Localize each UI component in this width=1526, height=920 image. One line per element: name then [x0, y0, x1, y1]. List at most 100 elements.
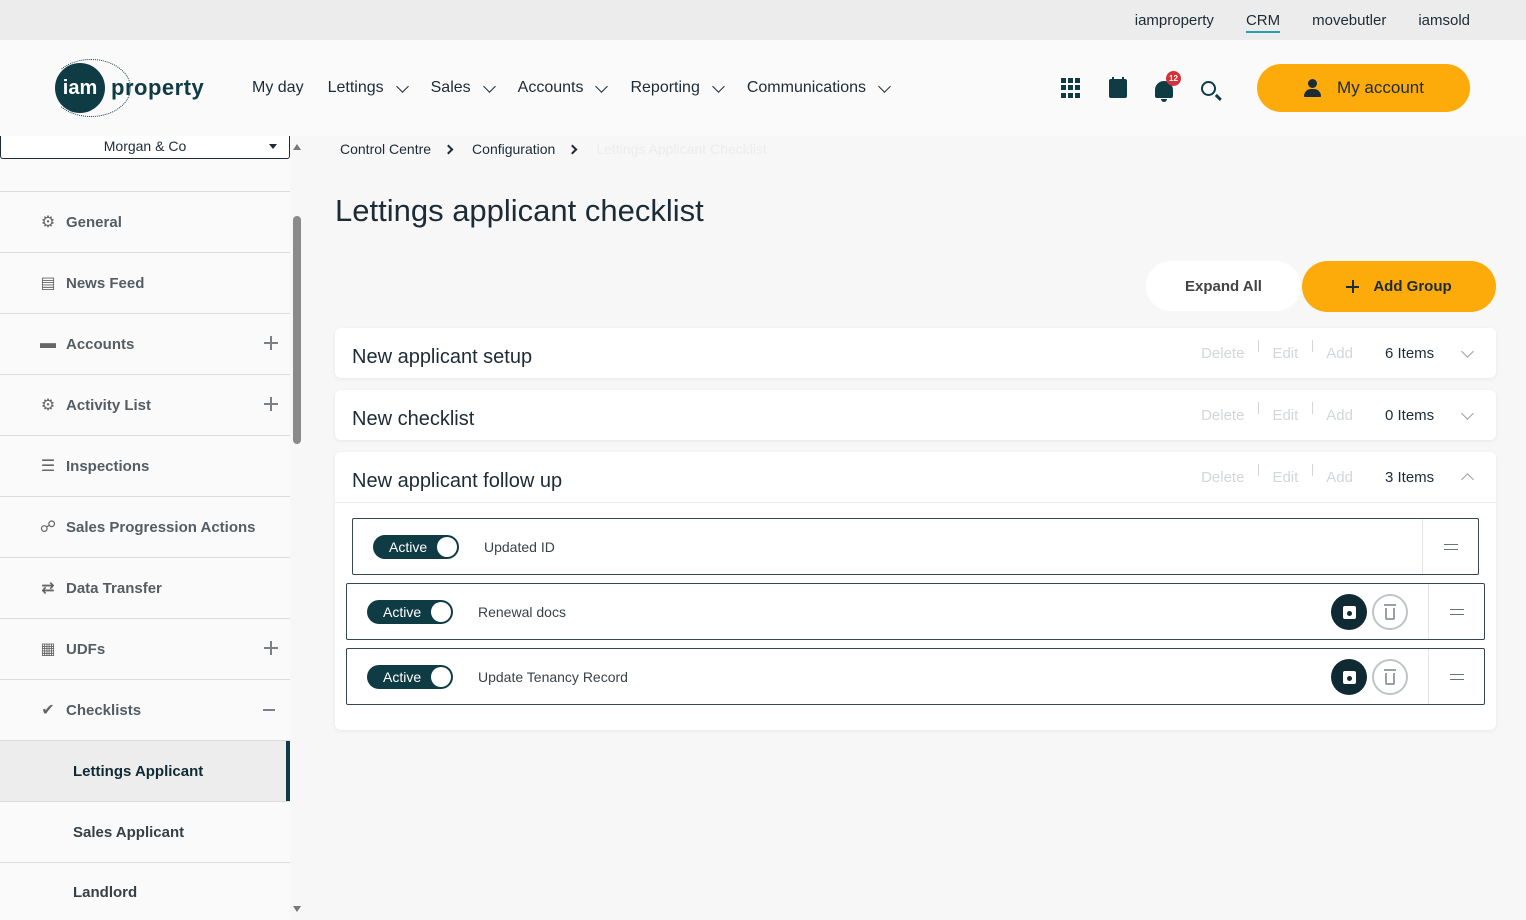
active-toggle[interactable]: Active	[373, 534, 459, 559]
delete-group-link[interactable]: Delete	[1187, 469, 1258, 486]
delete-group-link[interactable]: Delete	[1187, 345, 1258, 362]
sidebar-subitem-lettings-applicant[interactable]: Lettings Applicant	[0, 740, 290, 801]
item-count: 3 Items	[1385, 468, 1435, 486]
active-toggle[interactable]: Active	[367, 664, 453, 689]
add-item-link[interactable]: Add	[1312, 339, 1367, 362]
nav-sales[interactable]: Sales	[431, 79, 496, 97]
link-iamproperty[interactable]: iamproperty	[1135, 12, 1214, 29]
add-item-link[interactable]: Add	[1312, 463, 1367, 486]
breadcrumb-configuration[interactable]: Configuration	[472, 141, 555, 157]
item-label: Update Tenancy Record	[478, 668, 628, 685]
sidebar-item-checklists[interactable]: ✔ Checklists	[0, 679, 290, 740]
drag-handle[interactable]	[1428, 649, 1484, 704]
checklist-group: New applicant setup Delete Edit Add 6 It…	[335, 328, 1496, 378]
sidebar-subitem-landlord[interactable]: Landlord	[0, 862, 290, 920]
add-item-link[interactable]: Add	[1312, 401, 1367, 424]
nav-lettings[interactable]: Lettings	[328, 79, 409, 97]
drag-handle[interactable]	[1422, 519, 1478, 574]
save-button[interactable]	[1331, 659, 1367, 695]
calendar-icon[interactable]	[1109, 76, 1127, 98]
chevron-right-icon	[567, 144, 578, 154]
edit-group-link[interactable]: Edit	[1258, 463, 1312, 486]
chevron-down-icon[interactable]	[1461, 344, 1474, 358]
transfer-icon: ⇄	[41, 580, 55, 597]
edit-group-link[interactable]: Edit	[1258, 401, 1312, 424]
scroll-down-arrow-icon[interactable]	[293, 906, 301, 912]
collapse-minus-icon[interactable]	[263, 709, 275, 711]
nav-my-day[interactable]: My day	[252, 79, 304, 97]
link-movebutler[interactable]: movebutler	[1312, 12, 1386, 29]
scroll-up-arrow-icon[interactable]	[293, 144, 301, 150]
chevron-down-icon	[595, 79, 609, 93]
group-title: New applicant setup	[352, 346, 533, 368]
drag-handle[interactable]	[1428, 584, 1484, 639]
chevron-down-icon	[482, 79, 496, 93]
group-actions: Delete Edit Add 0 Items	[1187, 390, 1496, 440]
nav-reporting[interactable]: Reporting	[630, 79, 725, 97]
delete-group-link[interactable]: Delete	[1187, 407, 1258, 424]
chevron-down-icon	[395, 79, 409, 93]
group-header[interactable]: New checklist Delete Edit Add 0 Items	[335, 390, 1496, 440]
active-toggle[interactable]: Active	[367, 599, 453, 624]
save-button[interactable]	[1331, 594, 1367, 630]
main-nav: My day Lettings Sales Accounts Reporting…	[252, 40, 891, 136]
group-header[interactable]: New applicant setup Delete Edit Add 6 It…	[335, 328, 1496, 378]
edit-group-link[interactable]: Edit	[1258, 339, 1312, 362]
sidebar-subitem-sales-applicant[interactable]: Sales Applicant	[0, 801, 290, 862]
expand-all-button[interactable]: Expand All	[1146, 261, 1301, 311]
scroll-thumb[interactable]	[293, 216, 301, 444]
item-count: 0 Items	[1385, 406, 1435, 424]
apps-grid-icon[interactable]	[1061, 78, 1081, 98]
list-icon: ▦	[40, 641, 56, 658]
sidebar-item-inspections[interactable]: ☰ Inspections	[0, 435, 290, 496]
my-account-button[interactable]: My account	[1257, 64, 1470, 112]
breadcrumb: Control Centre Configuration Lettings Ap…	[340, 140, 767, 158]
drag-handle-icon	[1449, 673, 1464, 680]
gear-icon: ⚙	[40, 397, 56, 414]
drag-handle-icon	[1449, 608, 1464, 615]
chevron-down-icon[interactable]	[1461, 406, 1474, 420]
add-group-button[interactable]: Add Group	[1302, 261, 1496, 312]
chevron-down-icon	[878, 79, 891, 93]
sidebar-item-accounts[interactable]: ▬ Accounts	[0, 313, 290, 374]
delete-button[interactable]	[1372, 659, 1408, 695]
sidebar-nav: ⚙ General ▤ News Feed ▬ Accounts ⚙ Activ…	[0, 191, 290, 920]
delete-button[interactable]	[1372, 594, 1408, 630]
expand-plus-icon[interactable]	[264, 336, 278, 350]
save-icon	[1342, 605, 1356, 619]
caret-down-icon	[269, 144, 277, 149]
sidebar-item-udfs[interactable]: ▦ UDFs	[0, 618, 290, 679]
branch-select[interactable]: Morgan & Co	[0, 136, 290, 159]
expand-plus-icon[interactable]	[264, 641, 278, 655]
save-icon	[1342, 670, 1356, 684]
chevron-right-icon	[443, 144, 454, 154]
expand-plus-icon[interactable]	[264, 397, 278, 411]
link-iamsold[interactable]: iamsold	[1418, 12, 1470, 29]
item-label: Renewal docs	[478, 603, 566, 620]
nav-accounts[interactable]: Accounts	[518, 79, 609, 97]
webhook-icon: ☍	[39, 519, 57, 536]
card-icon: ▬	[40, 335, 56, 352]
bell-icon[interactable]: 12	[1155, 70, 1181, 102]
checklist-icon: ☰	[40, 458, 56, 475]
group-header[interactable]: New applicant follow up Delete Edit Add …	[335, 452, 1496, 502]
product-switcher: iamproperty CRM movebutler iamsold	[1135, 0, 1470, 40]
breadcrumb-current: Lettings Applicant Checklist	[596, 141, 767, 157]
checklist-items: Active Updated ID Active Renewal docs Ac…	[335, 502, 1496, 730]
sidebar-item-general[interactable]: ⚙ General	[0, 191, 290, 252]
sidebar: Morgan & Co ⚙ General ▤ News Feed ▬ Acco…	[0, 136, 290, 920]
logo-mark: iam	[51, 59, 131, 117]
sidebar-item-news-feed[interactable]: ▤ News Feed	[0, 252, 290, 313]
sidebar-item-sales-progression[interactable]: ☍ Sales Progression Actions	[0, 496, 290, 557]
trash-icon	[1384, 668, 1396, 685]
sidebar-item-activity-list[interactable]: ⚙ Activity List	[0, 374, 290, 435]
nav-communications[interactable]: Communications	[747, 79, 891, 97]
breadcrumb-control-centre[interactable]: Control Centre	[340, 141, 431, 157]
link-crm[interactable]: CRM	[1245, 12, 1281, 33]
sidebar-item-data-transfer[interactable]: ⇄ Data Transfer	[0, 557, 290, 618]
group-actions: Delete Edit Add 6 Items	[1187, 328, 1496, 378]
iamproperty-logo[interactable]: iam property	[51, 59, 204, 117]
search-icon[interactable]	[1201, 80, 1216, 96]
chevron-up-icon[interactable]	[1461, 472, 1474, 486]
sidebar-scrollbar[interactable]	[291, 136, 303, 920]
